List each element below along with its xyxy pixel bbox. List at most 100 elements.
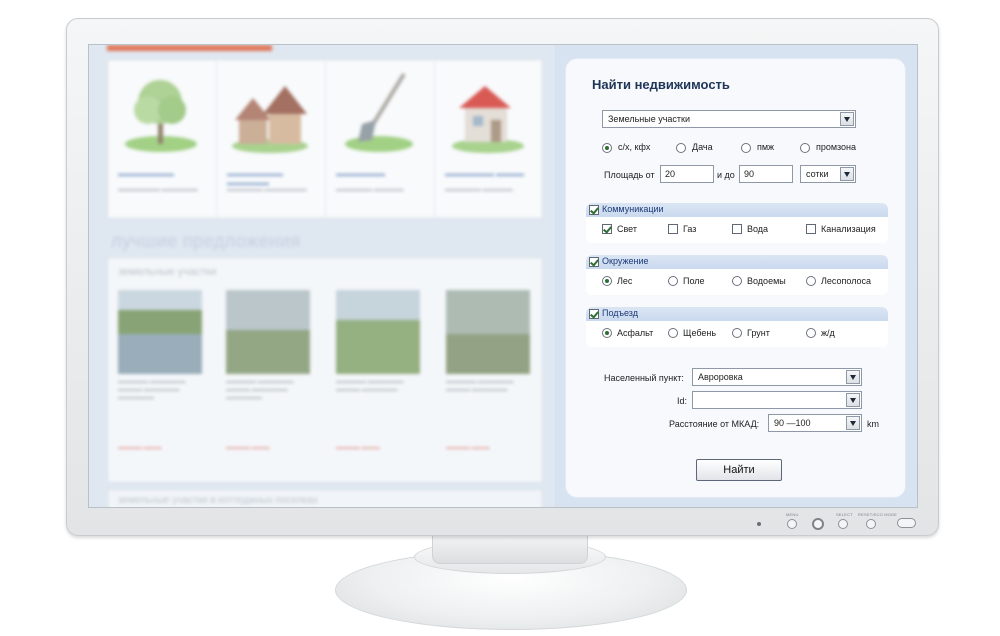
checkbox-water[interactable] (732, 224, 742, 234)
land-use-label: пмж (757, 142, 775, 152)
option-label: ж/д (821, 328, 835, 338)
chevron-down-icon[interactable] (840, 167, 854, 181)
cottage-offers-panel: земельные участки в коттеджных поселках (107, 489, 543, 507)
houses-icon (232, 86, 308, 153)
menu-label: MENU (786, 512, 799, 517)
id-select[interactable] (692, 391, 862, 409)
property-type-select[interactable]: Земельные участки (602, 110, 856, 128)
option-label: Лес (617, 276, 633, 286)
monitor-menu-button[interactable] (787, 519, 797, 529)
select-label: SELECT (836, 512, 853, 517)
option-label: Лесополоса (821, 276, 872, 286)
category-desc: ▬▬▬▬▬▬▬ ▬▬▬▬▬▬ (118, 187, 198, 193)
radio-asphalt[interactable] (602, 328, 612, 338)
find-button[interactable]: Найти (696, 459, 782, 481)
area-to-label: и до (717, 170, 735, 180)
category-link[interactable]: ▬▬▬▬▬▬▬ (336, 170, 428, 179)
reset-label: RESET/ECO MODE (858, 512, 898, 517)
settlement-value: Авроровка (698, 372, 743, 382)
monitor-power-button[interactable] (897, 518, 916, 528)
power-led (757, 522, 761, 526)
land-use-label: промзона (816, 142, 856, 152)
option-label: Асфальт (617, 328, 654, 338)
offer-photo[interactable] (336, 290, 420, 374)
category-link[interactable]: ▬▬▬▬▬▬▬ ▬▬▬▬ (445, 170, 537, 179)
land-use-label: Дача (692, 142, 713, 152)
communications-group: Коммуникации Свет Газ Вода Канализация (586, 203, 888, 243)
offer-photo[interactable] (118, 290, 202, 374)
section-land-title: земельные участки (118, 266, 217, 278)
monitor-joystick-button[interactable] (812, 518, 824, 530)
monitor-screen: ▬▬▬▬▬▬▬▬ ▬▬▬▬▬▬▬ ▬▬▬▬▬▬ ▬▬▬▬▬▬▬▬ ▬▬▬▬▬▬ … (88, 44, 918, 508)
distance-value: 90 —100 (774, 418, 811, 428)
option-label: Канализация (821, 224, 876, 234)
surroundings-header: Окружение (586, 255, 888, 269)
area-unit-select[interactable]: сотки (800, 165, 856, 183)
radio-land-use-agri[interactable] (602, 143, 612, 153)
category-houses[interactable]: ▬▬▬▬▬▬▬ ▬▬▬▬ ▬▬▬▬▬▬ ▬▬▬▬▬ (435, 60, 544, 220)
radio-land-use-dacha[interactable] (676, 143, 686, 153)
area-from-input[interactable]: 20 (660, 165, 714, 183)
offer-desc: ▬▬▬▬▬ ▬▬▬▬▬▬ ▬▬▬▬ ▬▬▬▬▬▬ ▬▬▬▬▬▬ (118, 379, 186, 401)
radio-gravel[interactable] (668, 328, 678, 338)
communications-header: Коммуникации (586, 203, 888, 217)
surroundings-group: Окружение Лес Поле Водоемы Лесополоса (586, 255, 888, 295)
area-from-label: Площадь от (604, 170, 655, 180)
distance-select[interactable]: 90 —100 (768, 414, 862, 432)
offer-photo[interactable] (226, 290, 310, 374)
surroundings-title: Окружение (602, 256, 649, 266)
option-label: Щебень (683, 328, 717, 338)
category-plots[interactable]: ▬▬▬▬▬▬▬ ▬▬▬▬▬▬ ▬▬▬▬▬ (326, 60, 435, 220)
radio-forest[interactable] (602, 276, 612, 286)
radio-field[interactable] (668, 276, 678, 286)
chevron-down-icon[interactable] (846, 416, 860, 430)
category-land[interactable]: ▬▬▬▬▬▬▬▬ ▬▬▬▬▬▬▬ ▬▬▬▬▬▬ (108, 60, 217, 220)
option-label: Грунт (747, 328, 770, 338)
house-icon (452, 86, 524, 153)
monitor-reset-button[interactable] (866, 519, 876, 529)
option-label: Поле (683, 276, 705, 286)
offer-photo[interactable] (446, 290, 530, 374)
offers-panel: земельные участки ▬▬▬▬▬ ▬▬▬▬▬▬ ▬▬▬▬ ▬▬▬▬… (107, 257, 543, 483)
communications-toggle[interactable] (589, 205, 599, 215)
category-desc: ▬▬▬▬▬▬ ▬▬▬▬▬▬▬ (227, 187, 307, 193)
radio-land-use-pmzh[interactable] (741, 143, 751, 153)
radio-railway[interactable] (806, 328, 816, 338)
option-label: Свет (617, 224, 638, 234)
category-link[interactable]: ▬▬▬▬▬▬▬▬ (118, 170, 210, 179)
category-desc: ▬▬▬▬▬▬ ▬▬▬▬▬ (445, 187, 513, 193)
checkbox-light[interactable] (602, 224, 612, 234)
communications-title: Коммуникации (602, 204, 664, 214)
radio-water-bodies[interactable] (732, 276, 742, 286)
tree-icon (125, 80, 197, 152)
category-desc: ▬▬▬▬▬▬ ▬▬▬▬▬ (336, 187, 404, 193)
surroundings-toggle[interactable] (589, 257, 599, 267)
offer-desc: ▬▬▬▬▬ ▬▬▬▬▬▬ ▬▬▬▬ ▬▬▬▬▬▬ ▬▬▬▬▬▬ (226, 379, 294, 401)
settlement-select[interactable]: Авроровка (692, 368, 862, 386)
offer-price: ▬▬▬▬ ▬▬▬ (446, 445, 490, 451)
access-toggle[interactable] (589, 309, 599, 319)
checkbox-gas[interactable] (668, 224, 678, 234)
blurred-website: ▬▬▬▬▬▬▬▬ ▬▬▬▬▬▬▬ ▬▬▬▬▬▬ ▬▬▬▬▬▬▬▬ ▬▬▬▬▬▬ … (89, 45, 555, 507)
section-cottage-title: земельные участки в коттеджных поселках (118, 495, 318, 506)
monitor-select-button[interactable] (838, 519, 848, 529)
offer-price: ▬▬▬▬ ▬▬▬ (226, 445, 270, 451)
chevron-down-icon[interactable] (846, 393, 860, 407)
accent-bar (107, 45, 272, 51)
checkbox-sewerage[interactable] (806, 224, 816, 234)
radio-dirt[interactable] (732, 328, 742, 338)
category-cottage-land[interactable]: ▬▬▬▬▬▬▬▬ ▬▬▬▬▬▬ ▬▬▬▬▬▬ ▬▬▬▬▬▬▬ (217, 60, 326, 220)
chevron-down-icon[interactable] (846, 370, 860, 384)
radio-forest-belt[interactable] (806, 276, 816, 286)
search-panel: Найти недвижимость Земельные участки с/х… (565, 58, 906, 498)
option-label: Вода (747, 224, 769, 234)
chevron-down-icon[interactable] (840, 112, 854, 126)
radio-land-use-industrial[interactable] (800, 143, 810, 153)
area-to-input[interactable]: 90 (739, 165, 793, 183)
offer-desc: ▬▬▬▬▬ ▬▬▬▬▬▬ ▬▬▬▬ ▬▬▬▬▬▬ (336, 379, 404, 393)
access-header: Подъезд (586, 307, 888, 321)
offer-desc: ▬▬▬▬▬ ▬▬▬▬▬▬ ▬▬▬▬ ▬▬▬▬▬▬ (446, 379, 514, 393)
area-unit-value: сотки (806, 169, 829, 179)
search-title: Найти недвижимость (592, 77, 730, 92)
shovel-icon (345, 72, 413, 152)
